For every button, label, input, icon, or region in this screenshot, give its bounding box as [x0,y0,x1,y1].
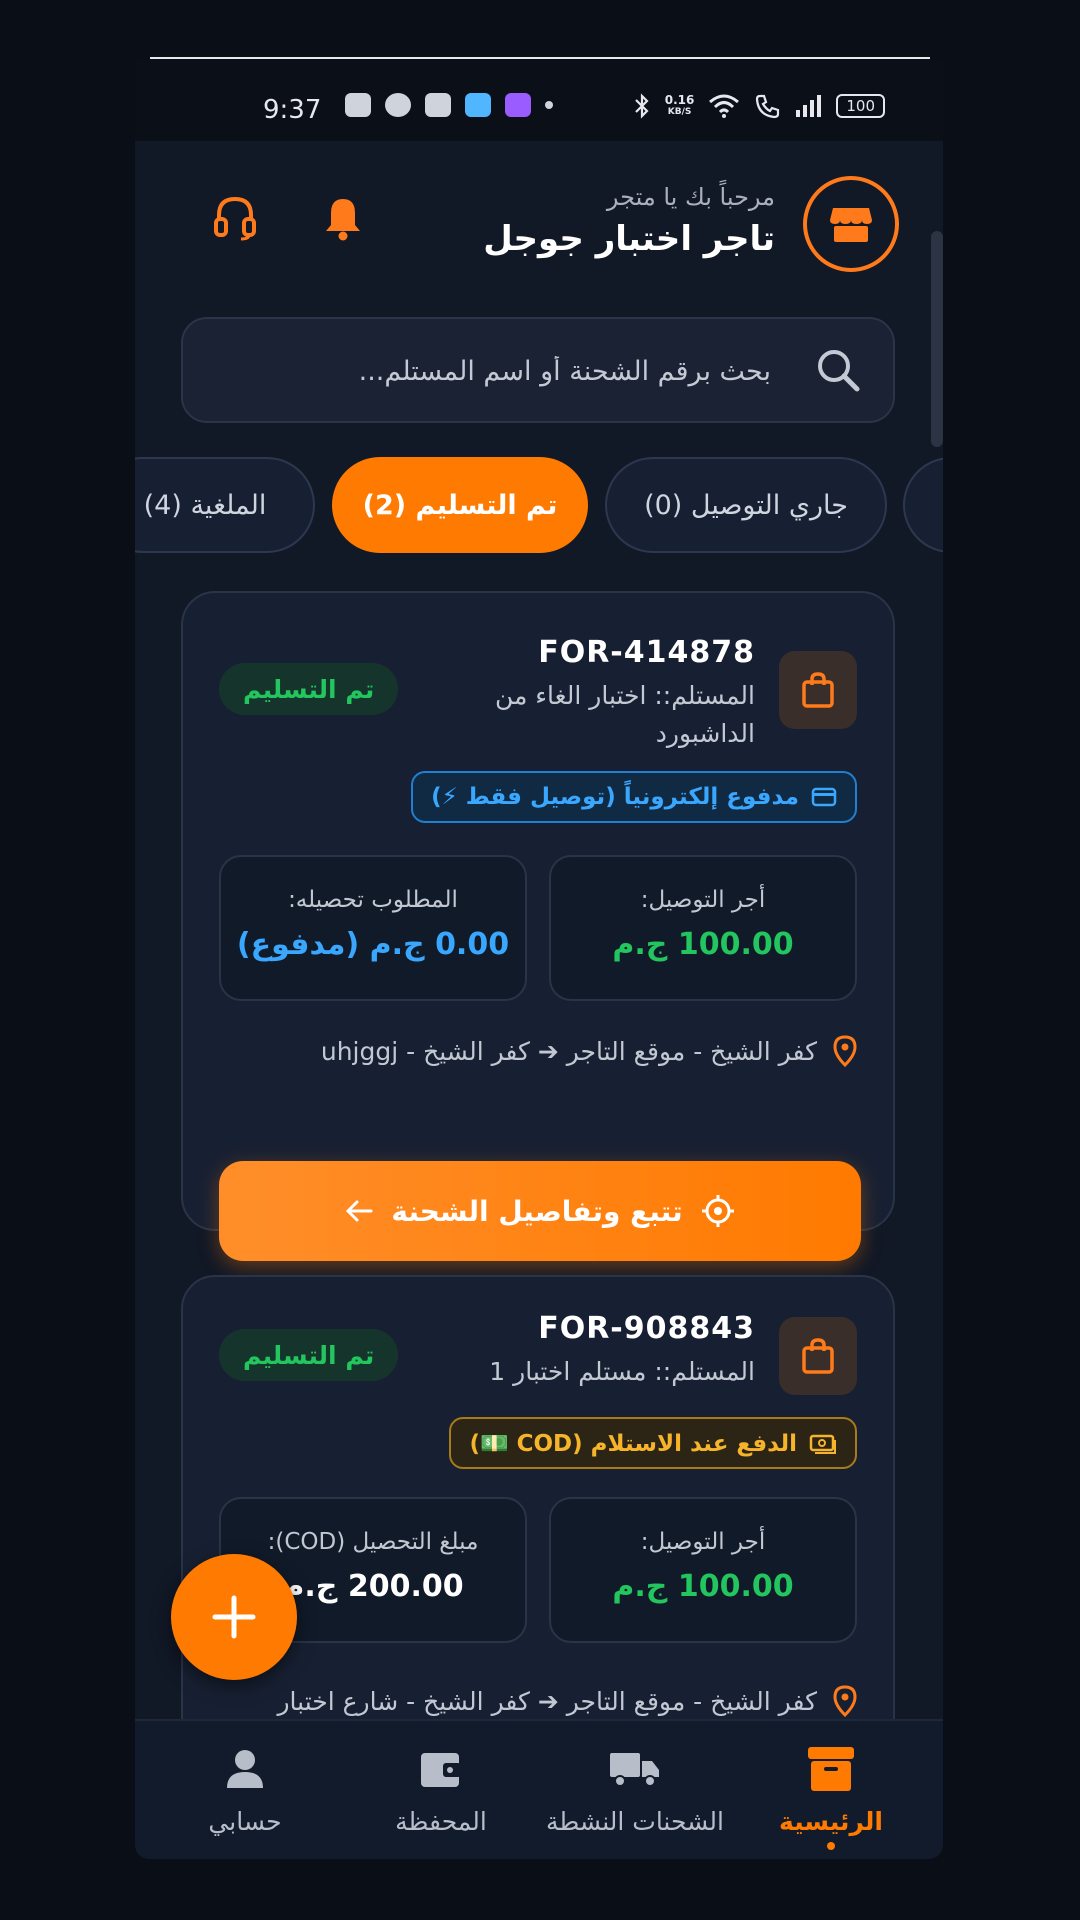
tab-more[interactable] [903,457,943,553]
wifi-icon [709,94,740,118]
store-name: تاجر اختبار جوجل [483,219,775,259]
track-button-label: تتبع وتفاصيل الشحنة [391,1194,683,1228]
add-shipment-button[interactable] [171,1554,297,1680]
status-time: 9:37 [263,95,322,125]
shopping-bag-icon [802,672,834,708]
more-notifications-icon [545,101,553,109]
notifications-button[interactable] [319,193,367,243]
system-indicators: 0.16 KB/S 100 [633,93,885,119]
recipient-name: المستلم:: اختبار الغاء من الداشبورد [494,681,755,748]
chat-icon [385,93,411,117]
route-text: كفر الشيخ - موقع التاجر ➔ كفر الشيخ - uh… [320,1036,817,1066]
shopping-bag-icon [802,1338,834,1374]
app-notification-icon [505,93,531,117]
status-bar: 9:37 0.16 KB/S 100 [135,59,943,141]
track-shipment-button[interactable]: تتبع وتفاصيل الشحنة [219,1161,861,1261]
notification-icons [345,93,553,117]
payment-label: مدفوع إلكترونياً (توصيل فقط ⚡) [431,784,799,810]
order-id: FOR-908843 [538,1311,755,1346]
plus-icon [212,1595,256,1639]
payment-badge: مدفوع إلكترونياً (توصيل فقط ⚡) [411,771,857,823]
recipient-name: المستلم:: مستلم اختبار 1 [489,1357,755,1386]
cash-icon [809,1434,836,1454]
archive-box-icon [808,1747,854,1791]
truck-icon [610,1753,659,1787]
route-text: كفر الشيخ - موقع التاجر ➔ كفر الشيخ - شا… [277,1686,817,1716]
user-icon [227,1750,263,1788]
battery-indicator: 100 [836,94,885,118]
target-icon [701,1195,734,1227]
phone-screen: 9:37 0.16 KB/S 100 مرحباً بك يا متجر تاج… [135,59,943,1859]
order-card[interactable]: FOR-414878 المستلم:: اختبار الغاء من الد… [181,591,895,1261]
nav-wallet-label: المحفظة [395,1807,487,1836]
delivery-fee-value: 100.00 ج.م [612,927,794,962]
welcome-text: مرحباً بك يا متجر [606,183,775,211]
bottom-navigation: الرئيسية الشحنات النشطة المحفظة حسابي [135,1719,943,1859]
bell-icon [326,199,360,241]
app-notification-icon [465,93,491,117]
nav-account[interactable]: حسابي [155,1741,335,1836]
search-icon [818,350,860,392]
wallet-icon [421,1753,461,1787]
payment-badge: الدفع عند الاستلام (COD 💵) [449,1417,857,1469]
delivery-fee-label: أجر التوصيل: [640,887,766,913]
delivery-fee-label: أجر التوصيل: [640,1529,766,1555]
signal-icon [796,95,822,117]
bluetooth-icon [634,93,649,119]
collection-box: المطلوب تحصيله: 0.00 ج.م (مدفوع) [219,855,527,1001]
whatsapp-icon [345,93,371,117]
delivery-fee-box: أجر التوصيل: 100.00 ج.م [549,1497,857,1643]
route-info: كفر الشيخ - موقع التاجر ➔ كفر الشيخ - uh… [321,1035,857,1067]
nav-home[interactable]: الرئيسية [741,1741,921,1850]
credit-card-icon [811,787,837,807]
collection-value: 0.00 ج.م (مدفوع) [236,927,510,962]
nav-active-shipments-label: الشحنات النشطة [546,1807,724,1836]
search-input[interactable] [249,343,773,399]
order-card[interactable]: FOR-908843 المستلم:: مستلم اختبار 1 تم ا… [181,1275,895,1755]
payment-label: الدفع عند الاستلام (COD 💵) [469,1430,797,1457]
call-icon [756,94,780,119]
order-icon-box [779,1317,857,1395]
delivery-fee-box: أجر التوصيل: 100.00 ج.م [549,855,857,1001]
search-bar[interactable] [181,317,895,423]
arrow-left-icon [346,1200,373,1222]
tab-in-delivery[interactable]: جاري التوصيل (0) [605,457,887,553]
support-button[interactable] [211,193,259,243]
delivery-fee-value: 100.00 ج.م [612,1569,794,1604]
store-icon [830,208,872,242]
status-badge: تم التسليم [219,1329,399,1381]
collection-label: المطلوب تحصيله: [288,887,458,913]
missed-call-icon [425,93,451,117]
tab-cancelled[interactable]: الملغية (4) [135,457,315,553]
nav-active-shipments[interactable]: الشحنات النشطة [545,1741,725,1836]
status-badge: تم التسليم [219,663,399,715]
nav-account-label: حسابي [208,1807,282,1836]
location-pin-icon [833,1685,857,1717]
scrollbar[interactable] [931,231,943,447]
store-avatar[interactable] [803,176,899,272]
location-pin-icon [833,1035,857,1067]
tab-delivered[interactable]: تم التسليم (2) [332,457,588,553]
headset-icon [214,196,256,241]
nav-home-label: الرئيسية [779,1807,883,1836]
nav-wallet[interactable]: المحفظة [351,1741,531,1836]
route-info: كفر الشيخ - موقع التاجر ➔ كفر الشيخ - شا… [277,1685,857,1717]
network-speed: 0.16 KB/S [664,93,695,117]
active-indicator [827,1842,835,1850]
order-id: FOR-414878 [538,635,755,670]
collection-label: مبلغ التحصيل (COD): [267,1529,479,1555]
order-icon-box [779,651,857,729]
